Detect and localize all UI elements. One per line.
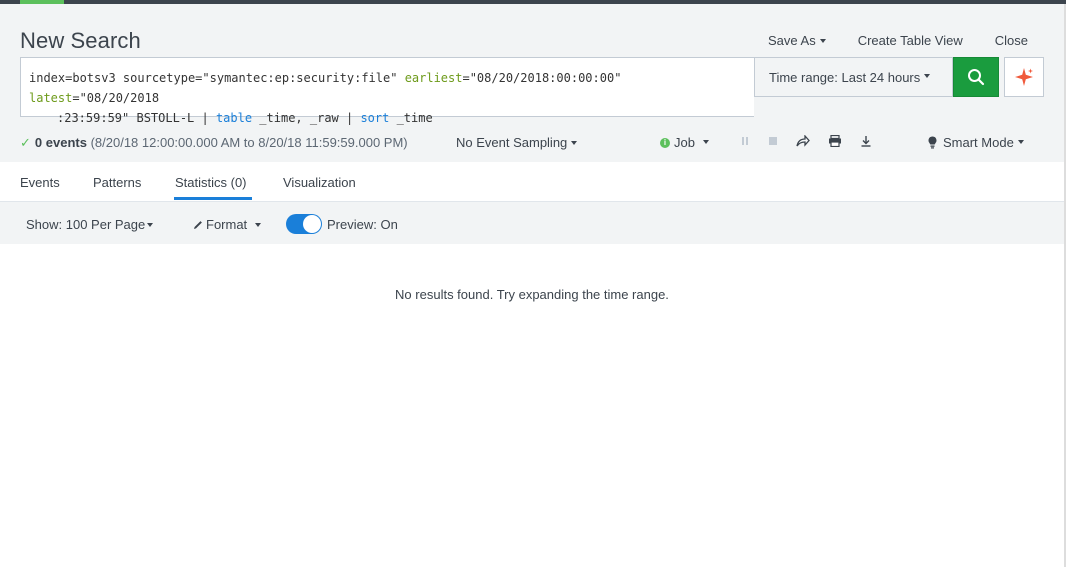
no-results-message: No results found. Try expanding the time… [395, 287, 669, 302]
export-icon[interactable] [860, 135, 872, 147]
create-table-view-button[interactable]: Create Table View [858, 33, 963, 48]
result-tabs: Events Patterns Statistics (0) Visualiza… [0, 162, 1064, 202]
pencil-icon [194, 221, 202, 229]
preview-toggle[interactable] [286, 214, 322, 234]
lightbulb-icon [928, 136, 937, 149]
event-sampling-label: No Event Sampling [456, 135, 568, 150]
toggle-knob [303, 215, 321, 233]
active-tab-indicator [174, 197, 252, 200]
search-icon [968, 69, 985, 86]
event-time-range: (8/20/18 12:00:00.000 AM to 8/20/18 11:5… [90, 135, 408, 150]
query-text: ="08/20/2018 [72, 91, 160, 105]
query-text: _time, _raw | [252, 111, 361, 125]
query-text: ="08/20/2018:00:00:00" [462, 71, 622, 85]
search-query-line-2: :23:59:59" BSTOLL-L | table _time, _raw … [29, 108, 746, 128]
query-command: table [215, 111, 253, 125]
time-range-picker[interactable]: Time range: Last 24 hours [754, 57, 953, 97]
search-status-bar: ✓ 0 events (8/20/18 12:00:00.000 AM to 8/… [20, 135, 1050, 153]
per-page-label: Show: 100 Per Page [26, 217, 146, 232]
sparkle-icon [1015, 68, 1033, 86]
caret-down-icon [571, 140, 578, 145]
query-keyword: earliest [404, 71, 463, 85]
close-button[interactable]: Close [995, 33, 1028, 48]
search-button[interactable] [953, 57, 999, 97]
save-as-label: Save As [768, 33, 816, 48]
caret-down-icon [924, 74, 931, 78]
caret-down-icon [147, 222, 154, 227]
caret-down-icon [1017, 139, 1024, 144]
share-icon[interactable] [796, 135, 810, 147]
job-menu[interactable]: i Job [660, 135, 709, 150]
tab-patterns[interactable]: Patterns [93, 175, 141, 190]
tab-events[interactable]: Events [20, 175, 60, 190]
pause-icon[interactable] [740, 136, 750, 146]
query-text: index=botsv3 sourcetype="symantec:ep:sec… [29, 71, 405, 85]
search-query-input[interactable]: index=botsv3 sourcetype="symantec:ep:sec… [20, 57, 754, 125]
caret-down-icon [819, 38, 826, 43]
tab-statistics[interactable]: Statistics (0) [175, 175, 247, 190]
search-mode-label: Smart Mode [943, 135, 1014, 150]
ai-assist-button[interactable] [1004, 57, 1044, 97]
format-menu[interactable]: Format [193, 217, 262, 232]
search-mode-menu[interactable]: Smart Mode [928, 135, 1024, 150]
query-text: _time [389, 111, 433, 125]
event-count: 0 events [34, 135, 87, 150]
job-label: Job [674, 135, 695, 150]
print-icon[interactable] [828, 135, 842, 147]
results-toolbar: Show: 100 Per Page Format Preview: On [0, 202, 1064, 244]
check-icon: ✓ [20, 135, 31, 150]
caret-down-icon [702, 139, 709, 144]
save-as-menu[interactable]: Save As [768, 33, 826, 48]
format-label: Format [206, 217, 248, 232]
page-title: New Search [20, 28, 141, 53]
stop-icon[interactable] [768, 136, 778, 146]
event-summary: ✓ 0 events (8/20/18 12:00:00.000 AM to 8/… [20, 135, 408, 151]
query-command: sort [360, 111, 390, 125]
caret-down-icon [255, 222, 262, 227]
query-keyword: latest [29, 91, 73, 105]
top-actions: Save As Create Table View Close [768, 33, 1028, 48]
job-controls [740, 135, 872, 147]
time-range-label: Time range: Last 24 hours [769, 69, 921, 85]
job-status-icon: i [660, 137, 670, 148]
tab-visualization[interactable]: Visualization [283, 175, 356, 190]
event-sampling-menu[interactable]: No Event Sampling [456, 135, 578, 150]
preview-label: Preview: On [327, 217, 398, 232]
per-page-menu[interactable]: Show: 100 Per Page [26, 217, 154, 232]
search-query-line-1: index=botsv3 sourcetype="symantec:ep:sec… [29, 68, 746, 108]
query-text: :23:59:59" BSTOLL-L | [57, 111, 216, 125]
